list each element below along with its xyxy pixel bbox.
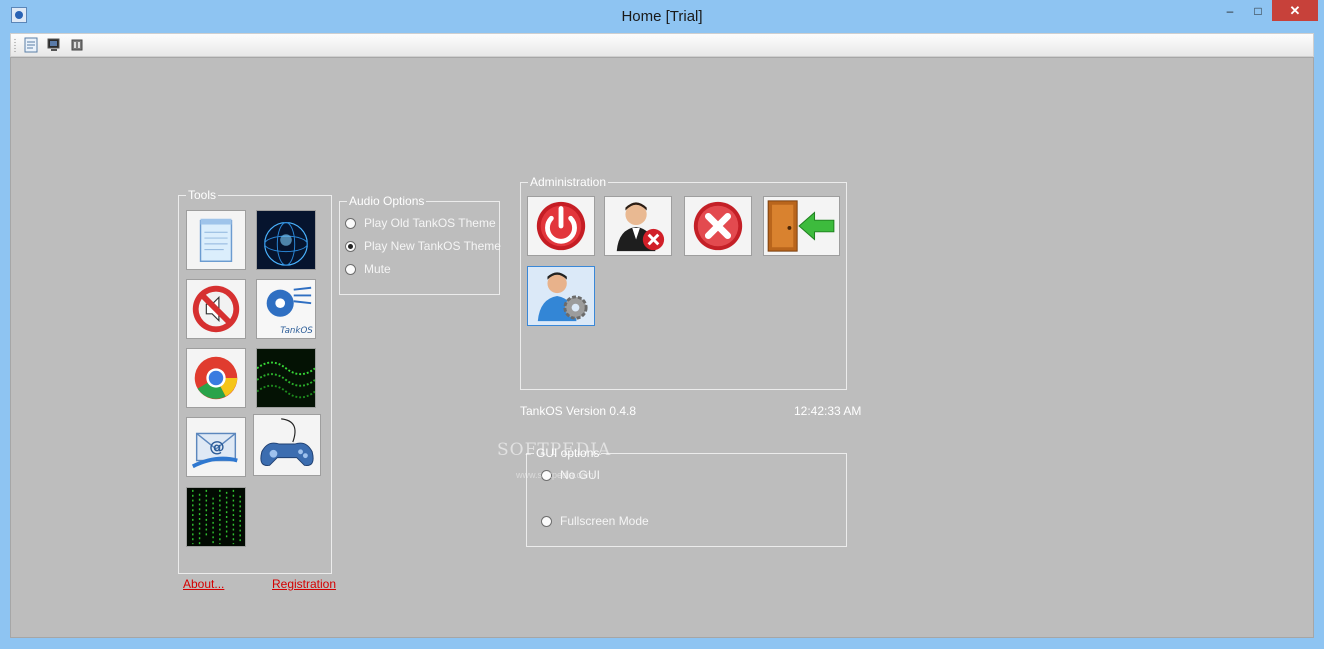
radio-button[interactable] <box>541 515 552 527</box>
notepad-icon <box>187 211 245 269</box>
radio-play-old-theme[interactable]: Play Old TankOS Theme <box>345 216 496 230</box>
exit-door-icon <box>764 197 839 255</box>
radio-play-new-theme[interactable]: Play New TankOS Theme <box>345 239 501 253</box>
svg-text:TankOS: TankOS <box>280 326 313 336</box>
watermark: SOFTPEDIA <box>497 440 612 460</box>
radio-button-selected[interactable] <box>345 240 356 252</box>
notepad-toolbar-icon[interactable] <box>23 37 39 53</box>
logout-button[interactable] <box>763 196 840 256</box>
svg-text:@: @ <box>209 438 224 456</box>
user-remove-icon <box>605 197 671 255</box>
chrome-browser-tool-button[interactable] <box>186 348 246 408</box>
monitor-toolbar-icon[interactable] <box>46 37 62 53</box>
close-button[interactable]: ✕ <box>1272 0 1318 21</box>
shutdown-button[interactable] <box>527 196 595 256</box>
about-link[interactable]: About... <box>183 577 224 591</box>
version-label: TankOS Version 0.4.8 <box>520 404 637 418</box>
audio-options-label: Audio Options <box>347 194 427 208</box>
tankos-logo-icon: TankOS <box>257 280 315 338</box>
clock-label: 12:42:33 AM <box>794 404 862 418</box>
window-title: Home [Trial] <box>621 8 703 25</box>
gamepad-tool-button[interactable] <box>253 414 321 476</box>
power-icon <box>528 197 594 255</box>
gamepad-icon <box>254 415 320 475</box>
title-bar[interactable]: Home [Trial] – □ ✕ <box>0 0 1324 32</box>
radio-button[interactable] <box>345 263 356 275</box>
radio-mute[interactable]: Mute <box>345 262 391 276</box>
minimize-button[interactable]: – <box>1216 0 1244 21</box>
watermark-url: www.softpedia.com <box>516 470 594 480</box>
email-tool-button[interactable]: @ <box>186 417 246 477</box>
maximize-button[interactable]: □ <box>1245 0 1271 21</box>
radio-button[interactable] <box>345 217 356 229</box>
toolbar <box>10 33 1314 57</box>
matrix-code-tool-button[interactable] <box>186 487 246 547</box>
administration-label: Administration <box>528 175 609 189</box>
main-panel: Tools TankOS @ About... Registration Aud… <box>10 57 1314 638</box>
tankos-tool-button[interactable]: TankOS <box>256 279 316 339</box>
settings-toolbar-icon[interactable] <box>69 37 85 53</box>
user-settings-button[interactable] <box>527 266 595 326</box>
main-window: Home [Trial] – □ ✕ Tools TankOS @ About.… <box>0 0 1324 649</box>
toolbar-grip[interactable] <box>14 38 16 53</box>
close-x-icon <box>685 197 751 255</box>
tools-group-label: Tools <box>186 188 219 202</box>
matrix-code-icon <box>187 488 245 546</box>
close-app-button[interactable] <box>684 196 752 256</box>
remove-user-button[interactable] <box>604 196 672 256</box>
matrix-wave-tool-button[interactable] <box>256 348 316 408</box>
radio-fullscreen-mode[interactable]: Fullscreen Mode <box>541 514 649 528</box>
notepad-tool-button[interactable] <box>186 210 246 270</box>
mute-sound-tool-button[interactable] <box>186 279 246 339</box>
chrome-icon <box>187 349 245 407</box>
user-settings-icon <box>528 267 594 325</box>
mute-speaker-icon <box>187 280 245 338</box>
matrix-wave-icon <box>257 349 315 407</box>
network-globe-tool-button[interactable] <box>256 210 316 270</box>
registration-link[interactable]: Registration <box>272 577 336 591</box>
globe-network-icon <box>257 211 315 269</box>
email-icon: @ <box>187 418 245 476</box>
